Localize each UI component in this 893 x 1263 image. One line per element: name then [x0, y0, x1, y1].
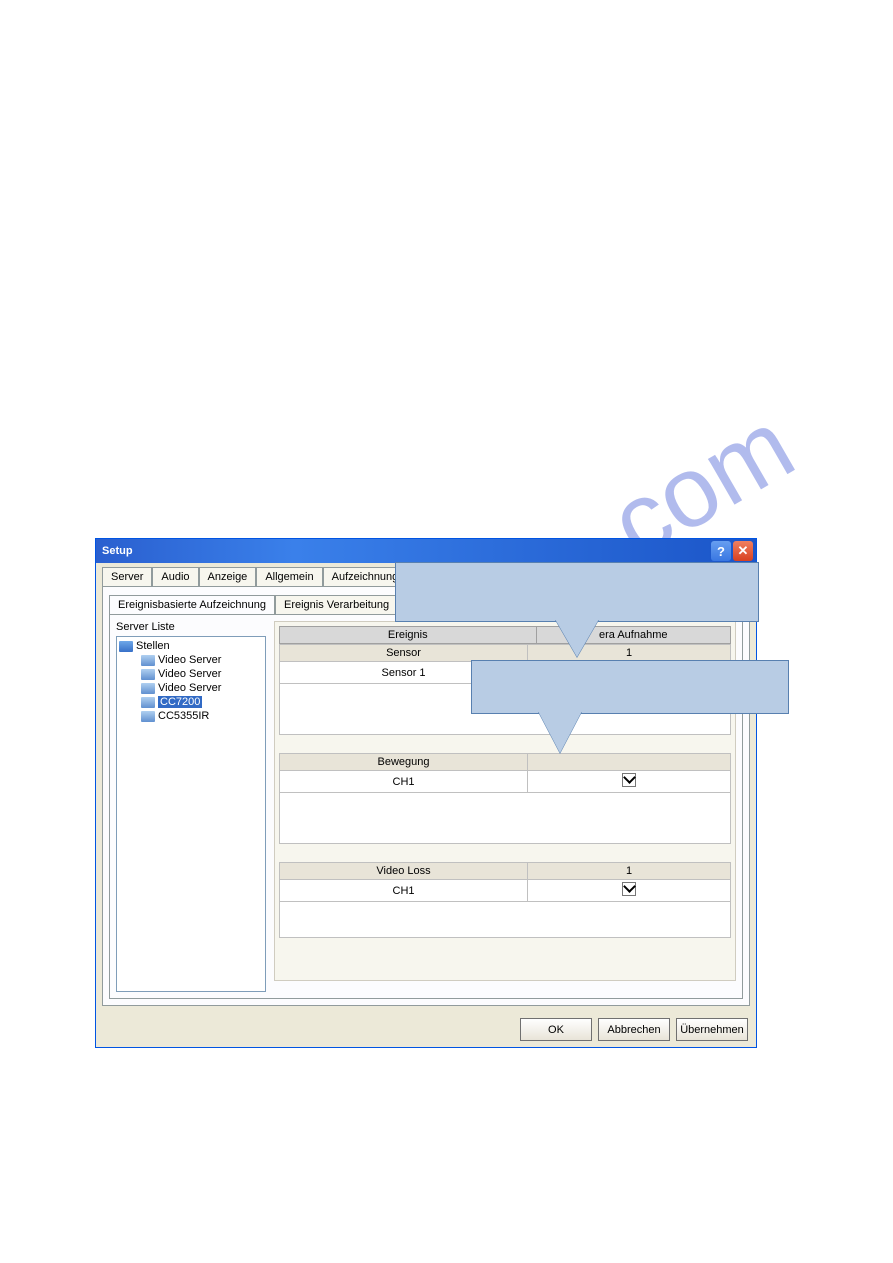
- checkbox[interactable]: [622, 773, 636, 787]
- tree-root[interactable]: Stellen: [119, 639, 263, 653]
- section-videoloss: Video Loss 1 CH1: [279, 862, 731, 938]
- help-button[interactable]: ?: [711, 541, 731, 561]
- callout-box-1: [395, 562, 759, 622]
- row-label: CH1: [280, 771, 528, 793]
- tab-page-ereignis: Ereignisbasierte Aufzeichnung Ereignis V…: [102, 586, 750, 1006]
- section-header-label: Video Loss: [280, 863, 528, 880]
- ok-button[interactable]: OK: [520, 1018, 592, 1041]
- section-header-num: 1: [528, 863, 731, 880]
- titlebar[interactable]: Setup ? ✕: [96, 539, 756, 563]
- subtab-ereignisbasierte[interactable]: Ereignisbasierte Aufzeichnung: [109, 595, 275, 614]
- subtab-verarbeitung[interactable]: Ereignis Verarbeitung: [275, 595, 398, 614]
- cancel-button[interactable]: Abbrechen: [598, 1018, 670, 1041]
- tree-root-label: Stellen: [136, 640, 170, 652]
- server-icon: [141, 683, 155, 694]
- tree-item[interactable]: Video Server: [119, 681, 263, 695]
- tree-item-label: Video Server: [158, 682, 221, 694]
- server-tree[interactable]: Stellen Video Server Video Server Video …: [116, 636, 266, 992]
- tree-item[interactable]: CC7200: [119, 695, 263, 709]
- tab-anzeige[interactable]: Anzeige: [199, 567, 257, 586]
- table-row: CH1: [280, 880, 731, 902]
- tab-audio[interactable]: Audio: [152, 567, 198, 586]
- server-icon: [141, 669, 155, 680]
- folder-icon: [119, 641, 133, 652]
- section-body: [279, 902, 731, 938]
- server-icon: [141, 711, 155, 722]
- server-icon: [141, 697, 155, 708]
- tree-item[interactable]: Video Server: [119, 667, 263, 681]
- callout-box-2: [471, 660, 789, 714]
- tree-item-label: Video Server: [158, 654, 221, 666]
- apply-button[interactable]: Übernehmen: [676, 1018, 748, 1041]
- table-row: CH1: [280, 771, 731, 793]
- tree-item[interactable]: CC5355IR: [119, 709, 263, 723]
- callout-tail-icon: [555, 619, 599, 657]
- section-bewegung: Bewegung CH1: [279, 753, 731, 844]
- row-label: CH1: [280, 880, 528, 902]
- tree-item-label: CC7200: [158, 696, 202, 708]
- section-header-num: [528, 754, 731, 771]
- tab-server[interactable]: Server: [102, 567, 152, 586]
- server-liste-label: Server Liste: [116, 621, 266, 633]
- dialog-title: Setup: [102, 545, 133, 557]
- section-header-label: Bewegung: [280, 754, 528, 771]
- tab-allgemein[interactable]: Allgemein: [256, 567, 322, 586]
- group-header-ereignis: Ereignis: [280, 627, 537, 643]
- callout-tail-icon: [538, 711, 582, 753]
- section-header-label: Sensor: [280, 645, 528, 662]
- checkbox[interactable]: [622, 882, 636, 896]
- tree-item-label: CC5355IR: [158, 710, 209, 722]
- tree-item[interactable]: Video Server: [119, 653, 263, 667]
- server-icon: [141, 655, 155, 666]
- section-body: [279, 793, 731, 844]
- dialog-buttons: OK Abbrechen Übernehmen: [96, 1012, 756, 1047]
- tree-item-label: Video Server: [158, 668, 221, 680]
- close-button[interactable]: ✕: [733, 541, 753, 561]
